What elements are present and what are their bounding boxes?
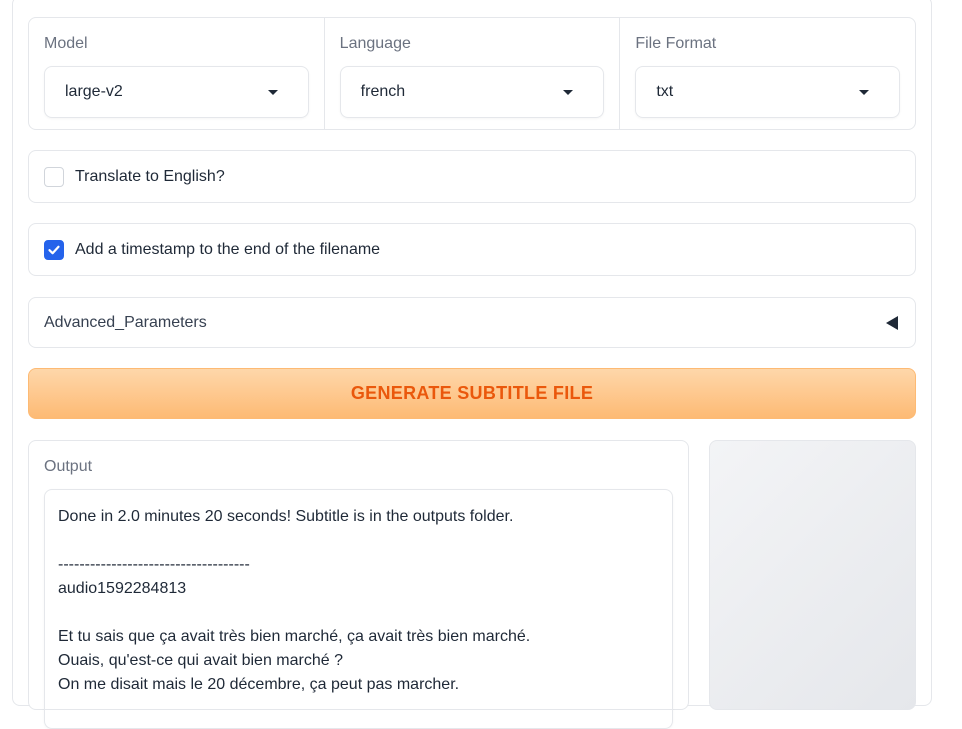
output-line: ------------------------------------ <box>58 556 250 573</box>
output-textbox[interactable]: Done in 2.0 minutes 20 seconds! Subtitle… <box>44 489 673 729</box>
language-dropdown-group: Language french <box>323 18 620 129</box>
settings-dropdown-row: Model large-v2 Language french File Form… <box>28 17 916 130</box>
triangle-left-icon <box>886 315 898 330</box>
chevron-down-icon <box>563 89 574 95</box>
advanced-parameters-accordion[interactable]: Advanced_Parameters <box>28 297 916 348</box>
translate-label: Translate to English? <box>75 167 225 185</box>
output-line: Et tu sais que ça avait très bien marché… <box>58 628 531 645</box>
output-line: Done in 2.0 minutes 20 seconds! Subtitle… <box>58 508 514 525</box>
timestamp-label: Add a timestamp to the end of the filena… <box>75 240 381 258</box>
model-value: large-v2 <box>65 83 123 100</box>
file-format-value: txt <box>656 83 674 100</box>
output-label: Output <box>44 458 93 475</box>
timestamp-checkbox[interactable] <box>44 239 64 260</box>
model-select[interactable]: large-v2 <box>44 66 309 118</box>
model-label: Model <box>44 35 88 52</box>
translate-checkbox[interactable] <box>44 166 64 187</box>
output-panel: Output Done in 2.0 minutes 20 seconds! S… <box>28 440 689 729</box>
output-line: Ouais, qu'est-ce qui avait bien marché ? <box>58 652 343 669</box>
file-format-dropdown-group: File Format txt <box>619 18 915 129</box>
language-select[interactable]: french <box>339 66 605 118</box>
chevron-down-icon <box>859 89 870 95</box>
generate-subtitle-button[interactable]: GENERATE SUBTITLE FILE <box>28 368 916 419</box>
advanced-parameters-label: Advanced_Parameters <box>44 313 207 331</box>
file-output-panel <box>709 440 916 710</box>
language-label: Language <box>339 35 411 52</box>
output-line: audio1592284813 <box>58 580 187 597</box>
output-line: On me disait mais le 20 décembre, ça peu… <box>58 676 460 693</box>
check-icon <box>48 245 60 254</box>
language-value: french <box>360 83 406 100</box>
translate-row[interactable]: Translate to English? <box>28 150 916 203</box>
file-format-select[interactable]: txt <box>635 66 901 118</box>
file-format-label: File Format <box>635 35 717 52</box>
chevron-down-icon <box>267 89 278 95</box>
model-dropdown-group: Model large-v2 <box>29 18 324 129</box>
timestamp-row[interactable]: Add a timestamp to the end of the filena… <box>28 223 916 276</box>
